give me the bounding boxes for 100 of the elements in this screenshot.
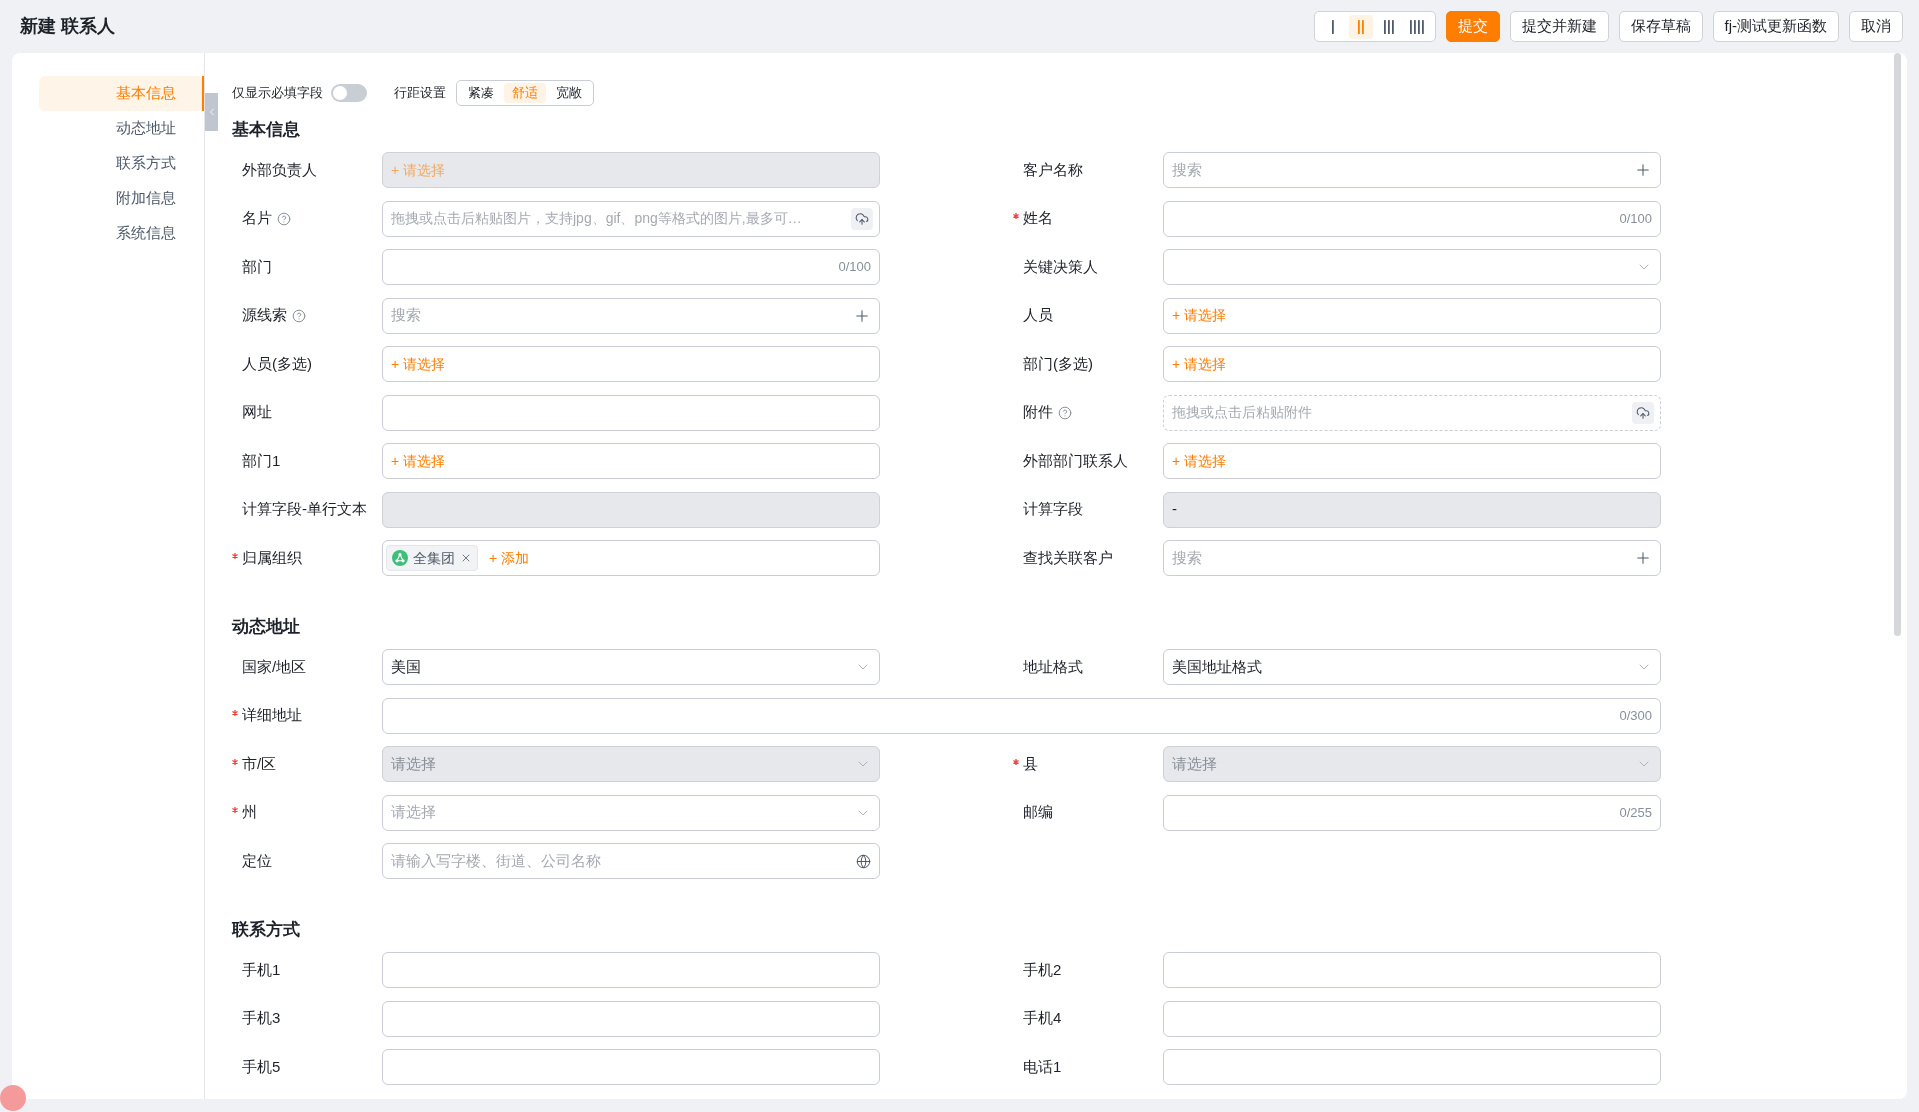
text-field[interactable]	[382, 1000, 880, 1037]
vertical-bars-icon	[1409, 19, 1424, 34]
tag-label: 全集团	[413, 548, 455, 568]
text-field[interactable]: 0/100	[382, 249, 880, 285]
close-icon[interactable]	[460, 552, 472, 564]
upload-icon[interactable]	[1632, 401, 1654, 424]
select-button[interactable]: + 请选择	[1172, 353, 1227, 375]
field-label: 电话1	[1023, 1056, 1062, 1077]
add-icon[interactable]	[1634, 161, 1652, 179]
field-label: 附件	[1023, 402, 1053, 423]
select-button[interactable]: + 请选择	[391, 450, 446, 472]
org-icon	[392, 550, 408, 566]
select-button[interactable]: + 请选择	[1172, 305, 1227, 326]
sidebar-item[interactable]: 动态地址	[39, 111, 204, 146]
field-label: 部门(多选)	[1023, 353, 1093, 374]
char-counter: 0/100	[1619, 209, 1652, 228]
field-label: 定位	[242, 850, 272, 871]
field-label: 名片	[242, 208, 272, 229]
char-counter: 0/300	[1619, 706, 1652, 725]
location-field[interactable]: 请输入写字楼、街道、公司名称	[382, 843, 880, 879]
add-button[interactable]: + 添加	[489, 547, 530, 569]
field-label: 网址	[242, 402, 272, 423]
field-label: 手机2	[1023, 959, 1062, 980]
help-icon[interactable]	[277, 211, 291, 226]
field-label: 手机5	[242, 1056, 281, 1077]
text-field[interactable]	[382, 394, 880, 431]
char-counter: 0/100	[838, 258, 871, 277]
text-field[interactable]: 0/300	[382, 697, 1661, 734]
page-title: 新建 联系人	[20, 15, 115, 38]
section-heading: 基本信息	[232, 119, 301, 141]
sidebar-item[interactable]: 附加信息	[39, 181, 204, 216]
upload-field[interactable]: 拖拽或点击后粘贴附件	[1163, 394, 1661, 431]
field-label: 客户名称	[1023, 159, 1083, 180]
vertical-bars-icon	[1331, 19, 1334, 34]
add-icon[interactable]	[1634, 549, 1652, 567]
section-heading: 联系方式	[232, 919, 301, 941]
action-button[interactable]: fj-测试更新函数	[1712, 11, 1839, 42]
search-field[interactable]: 搜索	[1163, 152, 1661, 188]
field-label: 县	[1023, 753, 1038, 774]
picker-field[interactable]: + 请选择	[1163, 297, 1661, 334]
field-label: 归属组织	[242, 547, 302, 568]
field-label: 部门1	[242, 450, 281, 471]
action-button[interactable]: 取消	[1849, 11, 1903, 42]
select-button[interactable]: + 请选择	[391, 353, 446, 375]
segment-option[interactable]: 舒适	[504, 82, 546, 103]
segment-option[interactable]: 宽敞	[548, 82, 590, 103]
upload-field[interactable]: 拖拽或点击后粘贴图片，支持jpg、gif、png等格式的图片,最多可…	[382, 200, 880, 237]
picker-field[interactable]: + 请选择	[1163, 346, 1661, 382]
text-field[interactable]	[1163, 1000, 1661, 1037]
field-label: 外部负责人	[242, 159, 317, 180]
sidebar-item[interactable]: 联系方式	[39, 146, 204, 181]
search-field[interactable]: 搜索	[382, 297, 880, 334]
text-field[interactable]	[382, 952, 880, 988]
search-field[interactable]: 搜索	[1163, 540, 1661, 576]
text-field[interactable]	[1163, 952, 1661, 988]
field-label: 手机3	[242, 1008, 281, 1029]
field-label: 姓名	[1023, 208, 1053, 229]
field-label: 人员	[1023, 305, 1053, 326]
picker-field[interactable]: + 请选择	[1163, 443, 1661, 479]
select-field[interactable]: 请选择	[382, 794, 880, 831]
field-label: 市/区	[242, 753, 277, 774]
segment-option[interactable]: 紧凑	[460, 82, 502, 103]
select-field[interactable]: 美国	[382, 649, 880, 685]
text-field[interactable]	[382, 1049, 880, 1085]
field-label: 国家/地区	[242, 656, 307, 677]
sidebar-item[interactable]: 基本信息	[39, 76, 204, 111]
toggle-switch[interactable]	[331, 83, 367, 102]
field-label: 部门	[242, 256, 272, 277]
vertical-bars-icon	[1357, 19, 1364, 34]
field-label: 关键决策人	[1023, 256, 1098, 277]
org-field[interactable]: 全集团 + 添加	[382, 540, 880, 576]
action-button[interactable]: 提交并新建	[1509, 11, 1609, 42]
spacing-label: 行距设置	[394, 83, 446, 102]
action-button[interactable]: 保存草稿	[1618, 11, 1703, 42]
globe-icon[interactable]	[856, 853, 871, 869]
picker-field[interactable]: + 请选择	[382, 443, 880, 479]
text-field[interactable]: 0/100	[1163, 200, 1661, 237]
submit-button[interactable]: 提交	[1445, 11, 1500, 42]
help-icon[interactable]	[1058, 405, 1072, 420]
scrollbar-thumb[interactable]	[1894, 53, 1901, 636]
field-label: 邮编	[1023, 802, 1053, 823]
collapse-button[interactable]	[205, 93, 218, 131]
section-heading: 动态地址	[232, 616, 301, 638]
field-label: 人员(多选)	[242, 353, 312, 374]
field-label: 计算字段-单行文本	[242, 499, 367, 520]
upload-icon[interactable]	[851, 207, 873, 230]
field-label: 州	[242, 802, 257, 823]
help-icon[interactable]	[292, 308, 306, 323]
toggle-label: 仅显示必填字段	[232, 83, 323, 102]
sidebar-item[interactable]: 系统信息	[39, 216, 204, 251]
field-label: 手机1	[242, 959, 281, 980]
picker-field[interactable]: + 请选择	[382, 346, 880, 382]
char-counter: 0/255	[1619, 803, 1652, 822]
text-field[interactable]	[1163, 1049, 1661, 1085]
field-label: 源线索	[242, 305, 287, 326]
select-field[interactable]: 美国地址格式	[1163, 649, 1661, 685]
text-field[interactable]: 0/255	[1163, 794, 1661, 831]
select-field[interactable]	[1163, 249, 1661, 285]
field-label: 外部部门联系人	[1023, 450, 1128, 471]
select-button[interactable]: + 请选择	[1172, 450, 1227, 472]
